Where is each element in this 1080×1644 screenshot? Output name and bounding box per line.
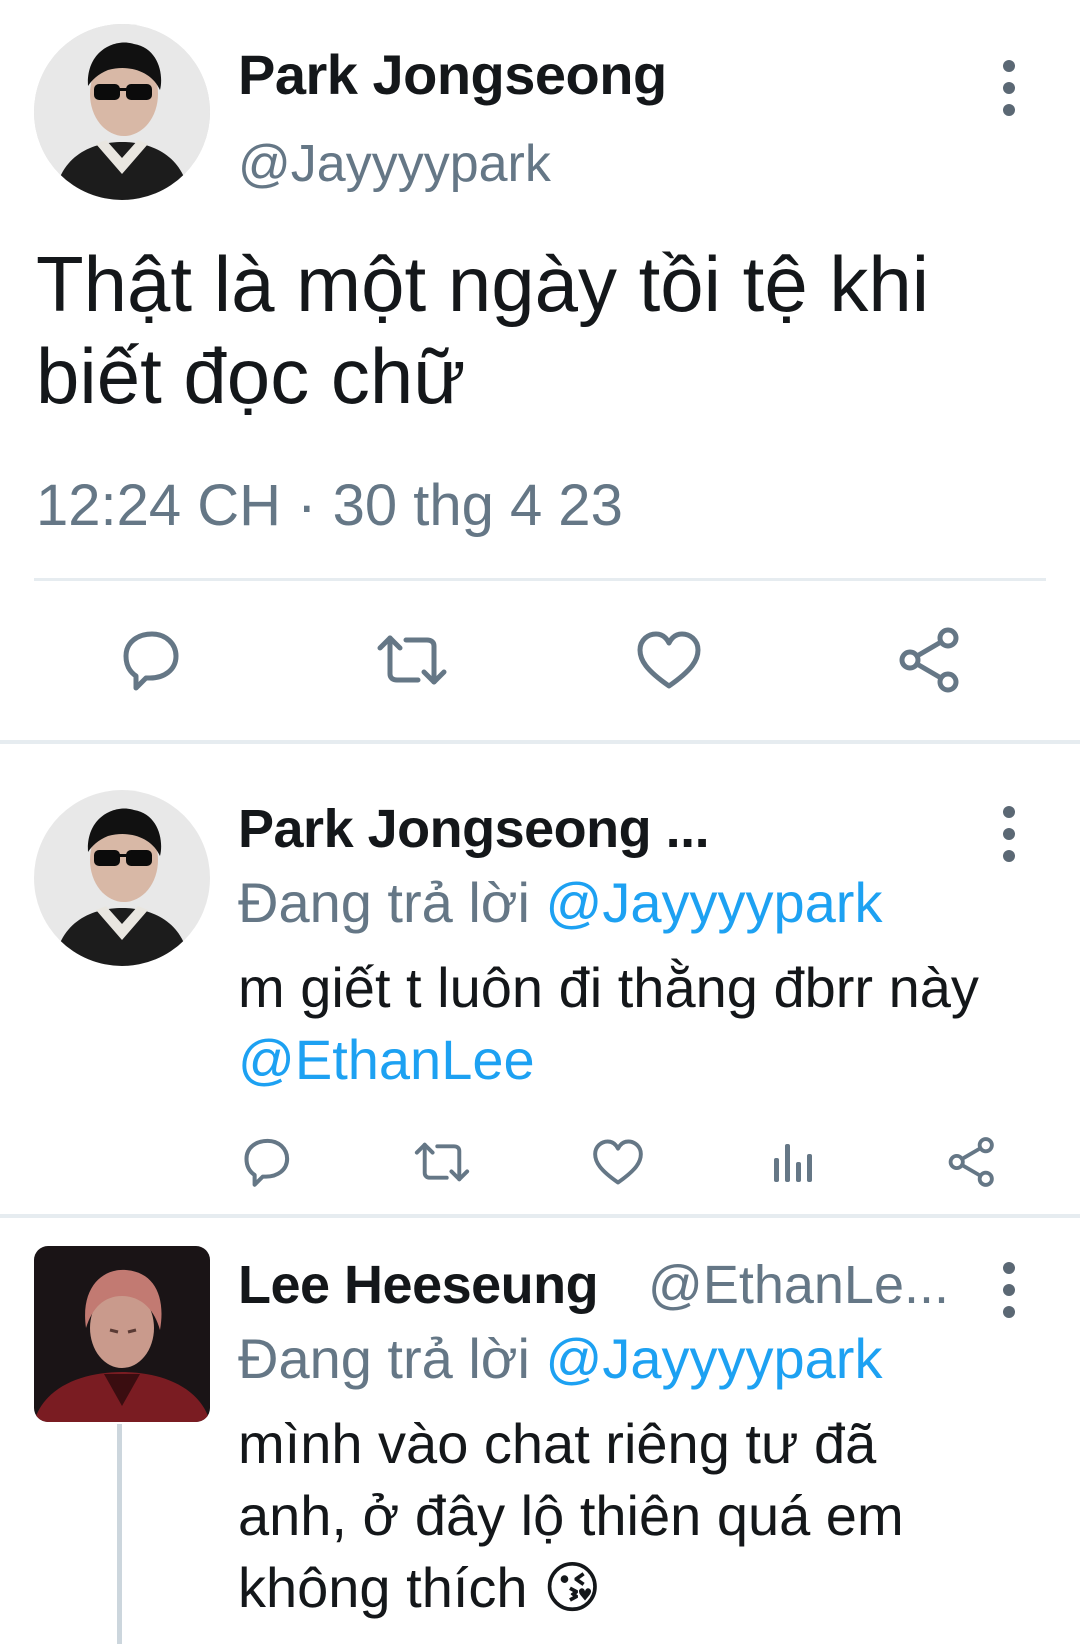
replying-label: Đang trả lời	[238, 1327, 530, 1390]
more-options-icon[interactable]	[997, 60, 1021, 130]
replying-to-line: Đang trả lời @Jayyyypark	[238, 1326, 882, 1391]
tweet-timestamp[interactable]: 12:24 CH · 30 thg 4 23	[36, 472, 623, 539]
like-icon[interactable]	[592, 1138, 644, 1191]
reply-text: mình vào chat riêng tư đã anh, ở đây lộ …	[238, 1408, 978, 1624]
reply-icon[interactable]	[240, 1136, 292, 1193]
views-icon[interactable]	[772, 1140, 816, 1189]
share-icon[interactable]	[946, 1136, 998, 1193]
reply-text-body: m giết t luôn đi thằng đbrr này	[238, 956, 979, 1019]
more-options-icon[interactable]	[997, 806, 1021, 876]
author-name[interactable]: Park Jongseong ...	[238, 798, 710, 860]
reply-icon[interactable]	[118, 628, 182, 697]
avatar-park-jongseong[interactable]	[34, 790, 210, 966]
reply-text: m giết t luôn đi thằng đbrr này @EthanLe…	[238, 952, 1038, 1096]
divider	[34, 578, 1046, 581]
retweet-icon[interactable]	[412, 1140, 472, 1189]
more-options-icon[interactable]	[997, 1262, 1021, 1332]
avatar-park-jongseong[interactable]	[34, 24, 210, 200]
replying-to-line: Đang trả lời @Jayyyypark	[238, 870, 882, 935]
like-icon[interactable]	[636, 630, 702, 695]
author-handle[interactable]: @Jayyyypark	[238, 134, 551, 194]
replying-to-mention[interactable]: @Jayyyypark	[546, 871, 883, 934]
section-divider	[0, 1214, 1080, 1218]
avatar-lee-heeseung[interactable]	[34, 1246, 210, 1422]
replying-label: Đang trả lời	[238, 871, 530, 934]
retweet-icon[interactable]	[374, 632, 450, 693]
share-icon[interactable]	[896, 626, 964, 699]
tweet-text: Thật là một ngày tồi tệ khi biết đọc chữ	[36, 240, 930, 420]
kiss-emoji: 😘	[543, 1556, 602, 1619]
replying-to-mention[interactable]: @Jayyyypark	[546, 1327, 883, 1390]
section-divider	[0, 740, 1080, 744]
mention-link[interactable]: @EthanLee	[238, 1028, 535, 1091]
author-name[interactable]: Lee Heeseung	[238, 1254, 599, 1316]
author-handle[interactable]: @EthanLe...	[648, 1254, 949, 1316]
author-name[interactable]: Park Jongseong	[238, 42, 667, 107]
thread-connector	[117, 1424, 122, 1644]
